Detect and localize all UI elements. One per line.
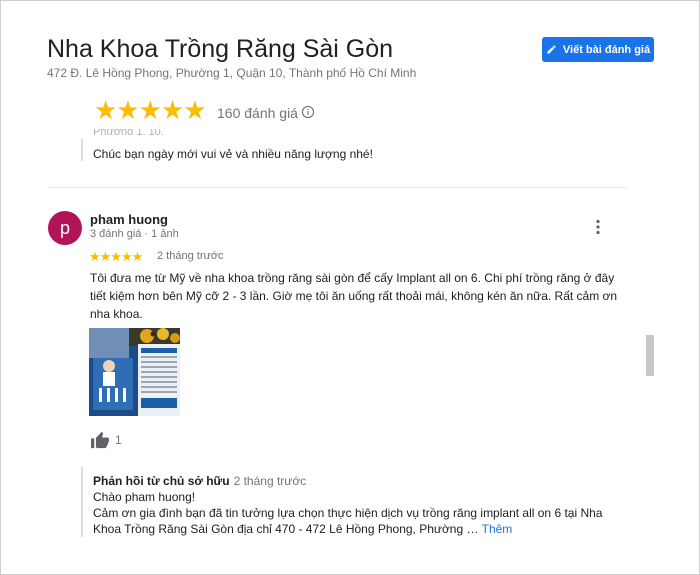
write-review-label: Viết bài đánh giá	[562, 43, 651, 56]
previous-reply-bar	[81, 139, 83, 161]
business-title: Nha Khoa Trồng Răng Sài Gòn	[47, 35, 394, 63]
owner-reply-heading: Phản hồi từ chủ sở hữu 2 tháng trước	[93, 474, 306, 488]
owner-reply-greeting: Chào pham huong!	[93, 490, 196, 504]
review-count: 160 đánh giá	[217, 105, 298, 121]
avatar[interactable]: p	[48, 211, 82, 245]
pencil-icon	[547, 45, 556, 54]
owner-reply-body: Chào pham huong! Cảm ơn gia đình bạn đã …	[93, 489, 623, 537]
owner-reply-title: Phản hồi từ chủ sở hữu	[93, 474, 230, 488]
reviews-dialog: Nha Khoa Trồng Răng Sài Gòn 472 Đ. Lê Hồ…	[0, 0, 700, 575]
previous-reply-cut-text: Phường 1, 10.	[93, 129, 164, 135]
more-link[interactable]: Thêm	[482, 522, 513, 536]
reviewer-meta: 3 đánh giá · 1 ảnh	[90, 228, 179, 240]
review-stars: ★★★★★	[89, 249, 143, 264]
owner-reply-bar	[81, 467, 83, 537]
like-count: 1	[115, 433, 122, 447]
photo-image	[89, 328, 180, 416]
business-address: 472 Đ. Lê Hồng Phong, Phường 1, Quận 10,…	[47, 66, 417, 80]
overall-rating-stars: ★★★★★	[94, 95, 207, 125]
previous-reply-text: Chúc bạn ngày mới vui vẻ và nhiều năng l…	[93, 147, 373, 161]
owner-reply-text: Cảm ơn gia đình bạn đã tin tưởng lựa chọ…	[93, 506, 603, 536]
info-icon[interactable]	[301, 105, 315, 119]
review-divider	[47, 187, 628, 188]
owner-reply-time: 2 tháng trước	[233, 474, 307, 488]
review-text: Tôi đưa mẹ từ Mỹ về nha khoa trồng răng …	[90, 271, 618, 321]
more-vert-icon[interactable]	[595, 219, 601, 235]
review-photo[interactable]	[89, 328, 180, 416]
write-review-button[interactable]: Viết bài đánh giá	[542, 37, 654, 62]
scrollbar-thumb[interactable]	[646, 335, 654, 376]
thumbs-up-icon[interactable]	[90, 431, 110, 449]
reviewer-name[interactable]: pham huong	[90, 212, 168, 227]
review-time: 2 tháng trước	[157, 250, 224, 262]
